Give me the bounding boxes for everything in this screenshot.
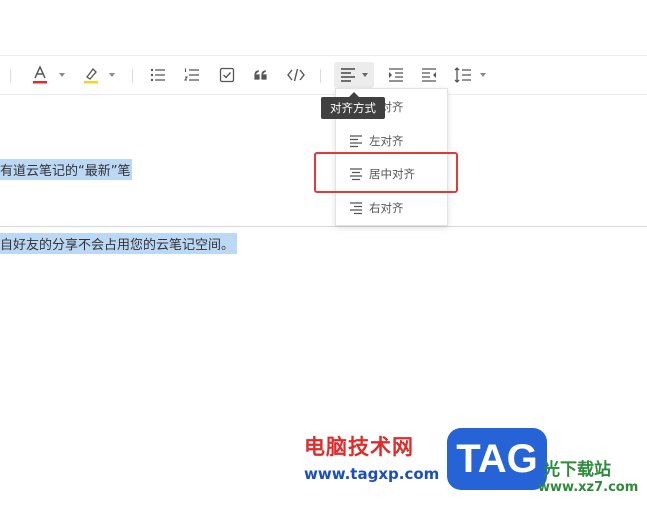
watermark-site2-name: 光下载站 (543, 460, 611, 480)
checkbox-icon[interactable] (219, 64, 235, 86)
quote-icon[interactable] (254, 64, 268, 86)
indent-decrease-icon[interactable] (421, 64, 437, 86)
indent-increase-icon[interactable] (388, 64, 404, 86)
highlight-caret[interactable] (109, 73, 115, 77)
align-button[interactable] (334, 62, 374, 88)
line-height-caret[interactable] (480, 73, 486, 77)
align-left-icon (350, 135, 362, 148)
toolbar-separator (320, 69, 321, 83)
highlight-icon[interactable] (83, 64, 99, 86)
watermark-site2-url: www.xz7.com (538, 480, 639, 495)
bullet-list-icon[interactable] (150, 64, 166, 86)
align-tooltip: 对齐方式 (321, 97, 385, 119)
menu-item-label: 左对齐 (369, 134, 404, 148)
formatting-toolbar (0, 56, 647, 95)
menu-item-align-right[interactable]: 右对齐 (336, 193, 447, 223)
align-right-icon (350, 202, 362, 215)
numbered-list-icon[interactable] (184, 64, 200, 86)
font-color-caret[interactable] (59, 73, 65, 77)
font-color-icon[interactable] (32, 64, 48, 86)
align-caret (362, 73, 368, 77)
toolbar-separator (132, 69, 133, 83)
menu-item-label: 右对齐 (369, 201, 404, 215)
document-text-line[interactable]: 自好友的分享不会占用您的云笔记空间。 (0, 233, 238, 254)
watermark-site-name: 电脑技术网 (304, 435, 414, 459)
line-height-icon[interactable] (454, 64, 472, 86)
watermark-tag-badge: TAG (447, 428, 547, 490)
align-icon (341, 68, 355, 82)
watermark-site-url: www.tagxp.com (304, 465, 440, 483)
content-divider (0, 226, 647, 227)
watermark-badge-text: TAG (456, 437, 538, 481)
toolbar-separator (10, 69, 11, 83)
code-icon[interactable] (287, 64, 305, 86)
highlight-annotation-box (314, 152, 458, 193)
document-text-line[interactable]: 有道云笔记的“最新”笔 (0, 159, 133, 180)
